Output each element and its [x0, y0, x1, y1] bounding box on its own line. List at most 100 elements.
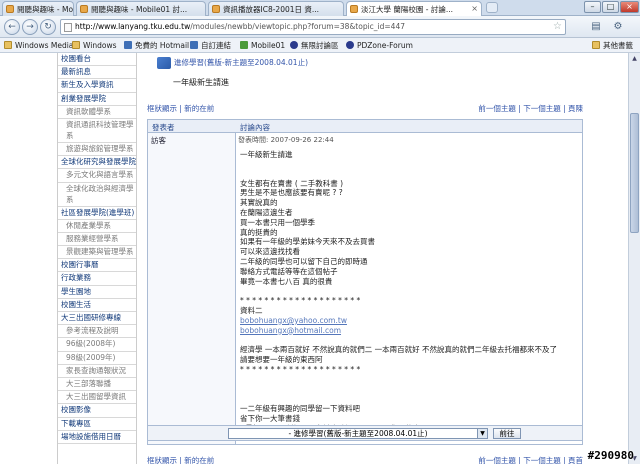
bookmark-item[interactable]: Windows — [72, 40, 116, 51]
sidebar-item[interactable]: 校園看台 — [58, 53, 136, 67]
topic-nav-top: 框狀顯示 | 新的在前 前一個主題 | 下一個主題 | 頁陳 — [147, 104, 583, 113]
newest-first-link[interactable]: 新的在前 — [184, 456, 214, 464]
close-tab-icon[interactable]: × — [471, 4, 478, 13]
maximize-button[interactable]: □ — [602, 1, 619, 13]
minimize-button[interactable]: – — [584, 1, 601, 13]
sidebar-menu: 校園看台 最新訊息 新生及入學資訊 創業發展學院 資訊軟體學系 資訊通訊科技管理學系 旅遊與… — [57, 53, 137, 464]
sidebar-item[interactable]: 旅遊與旅館管理學系 — [58, 143, 136, 157]
forum-link[interactable]: 進修學習(舊版-新主題至2008.04.01止) — [157, 57, 308, 69]
prev-topic-link[interactable]: 前一個主題 — [478, 456, 516, 464]
hotmail-icon — [124, 41, 132, 49]
sidebar-item[interactable]: 全球化研究與發展學院 — [58, 156, 136, 170]
sidebar-item[interactable]: 行政業務 — [58, 272, 136, 286]
vertical-scrollbar[interactable]: ▲ ▼ — [628, 53, 640, 464]
forum-jump-select[interactable]: - 進修學習(舊版-新主題至2008.04.01止) ▼ — [228, 428, 488, 439]
post-body: 一年級新生請進 女生都有在賣書 ( 二手教科書 ) 男生是不是也應該要有賣呢 ? … — [240, 150, 580, 433]
flat-view-link[interactable]: 框狀顯示 — [147, 456, 177, 464]
post-line: 男生是不是也應該要有賣呢 ? ? — [240, 188, 343, 198]
newest-first-link[interactable]: 新的在前 — [184, 104, 214, 113]
pencil-icon — [157, 57, 171, 69]
favicon-icon — [350, 5, 358, 13]
new-tab-button[interactable] — [486, 2, 498, 13]
sidebar-item[interactable]: 校園影像 — [58, 404, 136, 418]
sidebar-item[interactable]: 休閒產業學系 — [58, 220, 136, 233]
email-link[interactable]: bobohuangx@yahoo.com.tw — [240, 316, 580, 326]
sidebar-item[interactable]: 校園行事曆 — [58, 259, 136, 273]
sidebar-item[interactable]: 下載專區 — [58, 418, 136, 431]
bookmark-item[interactable]: PDZone-Forum — [346, 40, 413, 51]
page-icon — [190, 41, 198, 49]
post-line: 真的挺貴的 — [240, 227, 278, 237]
favicon-icon — [80, 5, 88, 13]
sidebar-item[interactable]: 景觀建築與管理學系 — [58, 246, 136, 260]
print-link[interactable]: 頁陳 — [568, 104, 583, 113]
bookmark-item[interactable]: Mobile01 — [240, 40, 285, 51]
topic-nav-bottom: 框狀顯示 | 新的在前 前一個主題 | 下一個主題 | 頁首 — [147, 456, 583, 464]
sidebar-item[interactable]: 場地設施借用日曆 — [58, 431, 136, 444]
sidebar-item[interactable]: 服務業經營學系 — [58, 233, 136, 247]
bookmark-star-icon[interactable]: ☆ — [553, 20, 562, 34]
scroll-thumb[interactable] — [630, 113, 639, 233]
browser-tab-active[interactable]: 淡江大學 蘭陽校園 - 討論... × — [346, 1, 482, 17]
post-line: 女生都有在賣書 ( 二手教科書 ) — [240, 178, 344, 188]
prev-topic-link[interactable]: 前一個主題 — [478, 104, 516, 113]
sidebar-item[interactable]: 98級(2009年) — [58, 352, 136, 365]
sidebar-item[interactable]: 多元文化與語言學系 — [58, 169, 136, 183]
sidebar-item[interactable]: 全球化政治與經濟學系 — [58, 183, 136, 207]
browser-tab[interactable]: 閱聽與趣味 - Mobile01 討... — [76, 1, 206, 16]
sidebar-item[interactable]: 學生園地 — [58, 286, 136, 299]
forum-icon — [346, 41, 354, 49]
sidebar-item[interactable]: 96級(2008年) — [58, 338, 136, 352]
post-line: 二年級的同學也可以留下自己的即時通 — [240, 256, 368, 266]
post-meta: 發表時間: 2007-09-26 22:44 — [238, 136, 334, 144]
close-window-button[interactable]: × — [620, 1, 639, 13]
navigation-toolbar: ← → ↻ http://www.lanyang.tku.edu.tw/modu… — [0, 16, 640, 38]
next-topic-link[interactable]: 下一個主題 — [523, 104, 561, 113]
sidebar-item[interactable]: 校園生活 — [58, 299, 136, 312]
flat-view-link[interactable]: 框狀顯示 — [147, 104, 177, 113]
page-content: 校園看台 最新訊息 新生及入學資訊 創業發展學院 資訊軟體學系 資訊通訊科技管理學系 旅遊與… — [0, 53, 628, 464]
post-line — [240, 335, 580, 345]
main-column: 進修學習(舊版-新主題至2008.04.01止) 一年級新生請進 框狀顯示 | … — [145, 53, 583, 464]
wrench-icon[interactable]: ⚙ — [610, 19, 626, 35]
sidebar-item[interactable]: 大三出國研修專線 — [58, 312, 136, 326]
sidebar-item[interactable]: 最新訊息 — [58, 66, 136, 80]
scroll-up-icon[interactable]: ▲ — [629, 53, 640, 64]
sidebar-item[interactable]: 家長查詢通報狀況 — [58, 365, 136, 378]
go-button[interactable]: 前往 — [493, 428, 521, 439]
browser-tab[interactable]: 閱聽與趣味 - Mobile01 討... — [2, 1, 74, 16]
post-line: 省下你一大筆書錢 — [240, 413, 300, 423]
post-line: 如果有一年級的學弟妹今天來不及去買書 — [240, 237, 375, 247]
sidebar-item[interactable]: 資訊通訊科技管理學系 — [58, 119, 136, 143]
sidebar-item[interactable]: 大三部落聯播 — [58, 378, 136, 392]
forward-arrow-icon[interactable]: → — [22, 19, 38, 35]
browser-tab[interactable]: 資訊播放器IC8-2001日 資... — [208, 1, 344, 16]
sidebar-item[interactable]: 社區發展學院(進學班) — [58, 207, 136, 220]
back-arrow-icon[interactable]: ← — [4, 19, 20, 35]
page-menu-icon[interactable]: ▤ — [588, 19, 604, 35]
bookmark-item[interactable]: 自訂連結 — [190, 40, 231, 51]
bookmark-item[interactable]: Windows Media — [4, 40, 73, 51]
post-line: * * * * * * * * * * * * * * * * * * * * — [240, 364, 361, 374]
reload-icon[interactable]: ↻ — [40, 19, 56, 35]
sidebar-item[interactable]: 新生及入學資訊 — [58, 79, 136, 93]
address-bar[interactable]: http://www.lanyang.tku.edu.tw/modules/ne… — [60, 19, 566, 35]
sidebar-item[interactable]: 參考流程及說明 — [58, 325, 136, 339]
bookmark-item[interactable]: 免費的 Hotmail — [124, 40, 189, 51]
folder-icon — [592, 41, 600, 49]
post-line: 聯絡方式電話等等在這個帖子 — [240, 266, 338, 276]
sidebar-item[interactable]: 資訊軟體學系 — [58, 106, 136, 119]
post-line — [240, 394, 580, 404]
sidebar-item[interactable]: 大三出國留學資訊 — [58, 391, 136, 405]
bookmarks-bar: Windows Media Windows 免費的 Hotmail 自訂連結 M… — [0, 38, 640, 53]
bookmark-item[interactable]: 無限討論區 — [290, 40, 339, 51]
mobile01-icon — [240, 41, 248, 49]
top-link[interactable]: 頁首 — [568, 456, 583, 464]
sidebar-item[interactable]: 創業發展學院 — [58, 93, 136, 106]
email-link[interactable]: bobohuangx@hotmail.com — [240, 326, 580, 336]
folder-icon — [4, 41, 12, 49]
post-line: 經濟學 一本兩百就好 不然說真的就們二 一本兩百就好 不然說真的就們二年級去托福… — [240, 345, 558, 355]
next-topic-link[interactable]: 下一個主題 — [523, 456, 561, 464]
other-bookmarks[interactable]: 其他書籤 — [592, 40, 633, 51]
post-subject: 一年級新生請進 — [240, 150, 293, 159]
